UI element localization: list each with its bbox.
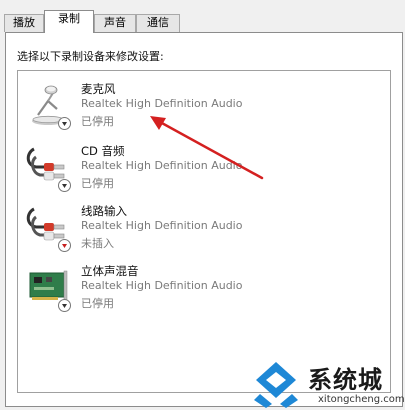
device-description: Realtek High Definition Audio — [81, 279, 243, 292]
device-status: 已停用 — [81, 115, 114, 128]
device-item-line-in[interactable]: 线路输入 Realtek High Definition Audio 未插入 — [18, 203, 378, 261]
disabled-down-arrow-icon — [58, 117, 71, 130]
device-item-stereo-mix[interactable]: 立体声混音 Realtek High Definition Audio 已停用 — [18, 263, 378, 321]
device-item-microphone[interactable]: 麦克风 Realtek High Definition Audio 已停用 — [18, 81, 378, 139]
tab-recording[interactable]: 录制 — [44, 10, 94, 33]
device-status: 已停用 — [81, 177, 114, 190]
device-description: Realtek High Definition Audio — [81, 97, 243, 110]
device-list[interactable]: 麦克风 Realtek High Definition Audio 已停用 CD… — [17, 70, 391, 393]
tab-playback[interactable]: 播放 — [4, 14, 44, 32]
watermark-title: 系统城 — [308, 366, 383, 394]
device-name: CD 音频 — [81, 144, 125, 158]
disabled-down-arrow-icon — [58, 179, 71, 192]
tab-sounds[interactable]: 声音 — [94, 14, 136, 32]
device-description: Realtek High Definition Audio — [81, 159, 243, 172]
watermark-logo-icon — [254, 362, 298, 408]
device-name: 麦克风 — [81, 82, 116, 96]
unplugged-down-arrow-icon — [58, 239, 71, 252]
device-item-cd-audio[interactable]: CD 音频 Realtek High Definition Audio 已停用 — [18, 143, 378, 201]
tab-communications[interactable]: 通信 — [136, 14, 180, 32]
disabled-down-arrow-icon — [58, 299, 71, 312]
tab-bar: 播放 录制 声音 通信 — [0, 0, 405, 33]
watermark: 系统城 xitongcheng.com — [250, 358, 405, 410]
watermark-url: xitongcheng.com — [318, 394, 405, 405]
device-name: 立体声混音 — [81, 264, 139, 278]
device-status: 已停用 — [81, 297, 114, 310]
instruction-text: 选择以下录制设备来修改设置: — [17, 50, 164, 63]
device-status: 未插入 — [81, 237, 114, 250]
device-name: 线路输入 — [81, 204, 127, 218]
device-description: Realtek High Definition Audio — [81, 219, 243, 232]
